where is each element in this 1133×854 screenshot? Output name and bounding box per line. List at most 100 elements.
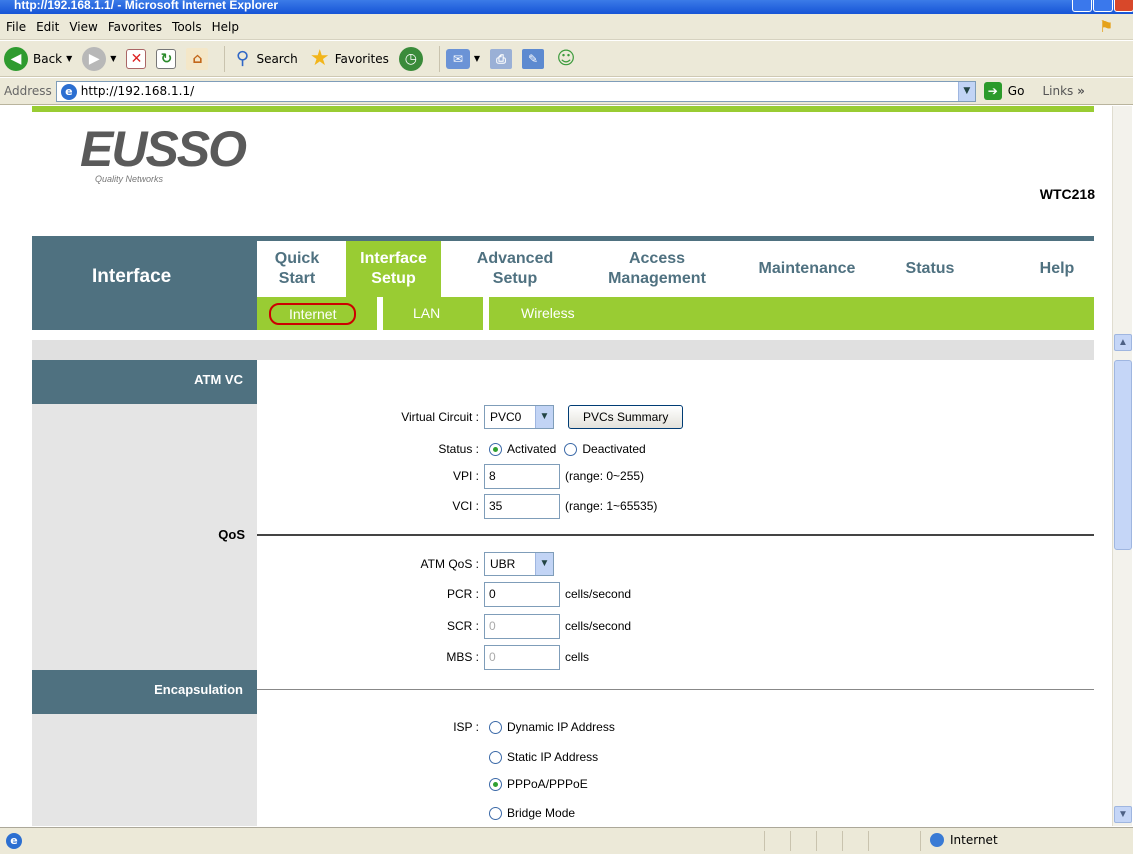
tab-label-line1: Access (628, 250, 686, 267)
virtual-circuit-value: PVC0 (490, 410, 522, 424)
tab-maintenance[interactable]: Maintenance (732, 241, 882, 297)
status-activated-radio[interactable] (489, 442, 502, 456)
tab-help[interactable]: Help (1022, 241, 1092, 297)
messenger-button[interactable]: ☺ (554, 48, 578, 70)
menu-favorites[interactable]: Favorites (108, 20, 162, 34)
encapsulation-divider (257, 689, 1094, 690)
subtab-lan[interactable]: LAN (413, 303, 440, 325)
model-name: WTC218 (1039, 186, 1095, 202)
edit-button[interactable]: ✎ (522, 48, 545, 69)
mbs-input[interactable]: 0 (484, 644, 560, 670)
status-deactivated-radio[interactable] (564, 442, 578, 456)
forward-dropdown-icon[interactable]: ▼ (110, 54, 116, 63)
home-icon: ⌂ (186, 47, 209, 70)
tab-interface-setup[interactable]: Interface Setup (346, 241, 441, 297)
favorites-button[interactable]: ★ Favorites (308, 45, 389, 71)
vpi-row: VPI : 8 (range: 0~255) (257, 463, 645, 489)
pcr-row: PCR : 0 cells/second (257, 581, 632, 607)
back-dropdown-icon[interactable]: ▼ (66, 54, 72, 63)
tab-status[interactable]: Status (890, 241, 970, 297)
edit-page-icon: ✎ (522, 48, 545, 69)
tab-quick-start[interactable]: Quick Start (257, 241, 337, 297)
atm-qos-row: ATM QoS : UBR ▼ (257, 552, 554, 576)
vci-input[interactable]: 35 (484, 493, 560, 519)
vpi-range-hint: (range: 0~255) (565, 469, 645, 483)
subnav-divider (377, 297, 383, 330)
isp-dynamic-ip-radio[interactable] (489, 720, 502, 734)
qos-divider (257, 534, 1094, 536)
virtual-circuit-select[interactable]: PVC0 ▼ (484, 405, 554, 429)
menu-help[interactable]: Help (212, 20, 239, 34)
isp-label: ISP : (453, 720, 479, 734)
left-label-column (32, 360, 257, 826)
isp-static-ip-label: Static IP Address (507, 750, 599, 764)
vertical-scrollbar[interactable]: ▲ ▼ (1112, 106, 1132, 826)
tab-label-line1: Maintenance (758, 260, 856, 277)
top-accent-bar (32, 106, 1094, 112)
toolbar-divider (224, 45, 226, 72)
favorites-label: Favorites (334, 51, 389, 66)
virtual-circuit-row: Virtual Circuit : PVC0 ▼ PVCs Summary (257, 405, 684, 429)
maximize-button[interactable] (1093, 0, 1113, 12)
mail-dropdown-icon[interactable]: ▼ (474, 54, 480, 63)
vpi-input[interactable]: 8 (484, 463, 560, 489)
go-button[interactable]: ➔ Go (983, 82, 1025, 100)
pvcs-summary-button[interactable]: PVCs Summary (568, 405, 684, 429)
mail-button[interactable]: ✉ ▼ (445, 48, 480, 69)
scroll-up-icon[interactable]: ▲ (1114, 334, 1132, 351)
pcr-input[interactable]: 0 (484, 581, 560, 607)
tab-access-management[interactable]: Access Management (587, 241, 727, 297)
toolbar-divider (438, 45, 440, 72)
eusso-logo: EUSSO Quality Networks (80, 121, 247, 194)
scroll-thumb[interactable] (1114, 360, 1132, 550)
links-label: Links (1042, 84, 1074, 98)
window-title-bar: http://192.168.1.1/ - Microsoft Internet… (0, 0, 1133, 14)
subtab-internet[interactable]: Internet (269, 303, 357, 325)
status-activated-label: Activated (507, 442, 557, 456)
stop-icon: ✕ (126, 48, 147, 69)
search-button[interactable]: ⚲ Search (231, 48, 298, 70)
isp-bridge-mode-radio[interactable] (489, 806, 502, 820)
scroll-down-icon[interactable]: ▼ (1114, 806, 1132, 823)
atm-vc-heading: ATM VC (32, 360, 257, 404)
address-dropdown-icon[interactable]: ▼ (957, 81, 975, 101)
minimize-button[interactable] (1072, 0, 1092, 12)
vci-row: VCI : 35 (range: 1~65535) (257, 493, 658, 519)
tab-label-line1: Quick (274, 250, 320, 267)
address-input[interactable]: e http://192.168.1.1/ ▼ (55, 80, 976, 102)
close-window-button[interactable] (1114, 0, 1133, 12)
stop-button[interactable]: ✕ (126, 48, 147, 69)
logo-wordmark: EUSSO (80, 121, 247, 177)
history-button[interactable]: ◷ (398, 46, 423, 71)
isp-static-ip-radio[interactable] (489, 750, 502, 764)
atm-qos-select[interactable]: UBR ▼ (484, 552, 554, 576)
printer-icon: ⎙ (490, 48, 513, 69)
subtab-wireless[interactable]: Wireless (521, 303, 575, 325)
status-divider (920, 831, 921, 851)
forward-button[interactable]: ▶ ▼ (82, 46, 116, 71)
print-button[interactable]: ⎙ (490, 48, 513, 69)
tab-label-line2: Start (278, 270, 316, 287)
chevron-down-icon: ▼ (535, 406, 553, 428)
home-button[interactable]: ⌂ (186, 47, 209, 70)
globe-icon (930, 833, 944, 847)
menu-edit[interactable]: Edit (36, 20, 59, 34)
pcr-unit: cells/second (565, 587, 632, 601)
favorites-star-icon: ★ (309, 45, 330, 71)
refresh-button[interactable]: ↻ (156, 48, 177, 69)
back-button[interactable]: ◀ Back ▼ (4, 46, 72, 71)
links-button[interactable]: Links » (1042, 84, 1084, 98)
menu-tools[interactable]: Tools (172, 20, 202, 34)
isp-pppoa-pppoe-radio[interactable] (489, 777, 502, 791)
isp-dynamic-ip-label: Dynamic IP Address (507, 720, 615, 734)
menu-file[interactable]: File (6, 20, 26, 34)
scr-input[interactable]: 0 (484, 613, 560, 639)
isp-pppoa-pppoe-label: PPPoA/PPPoE (507, 777, 588, 791)
tab-advanced-setup[interactable]: Advanced Setup (460, 241, 570, 297)
status-divider (790, 831, 791, 851)
content-header-bar (32, 340, 1094, 360)
go-label: Go (1007, 84, 1025, 98)
vci-range-hint: (range: 1~65535) (565, 499, 658, 513)
menu-view[interactable]: View (69, 20, 97, 34)
address-url: http://192.168.1.1/ (80, 84, 195, 98)
